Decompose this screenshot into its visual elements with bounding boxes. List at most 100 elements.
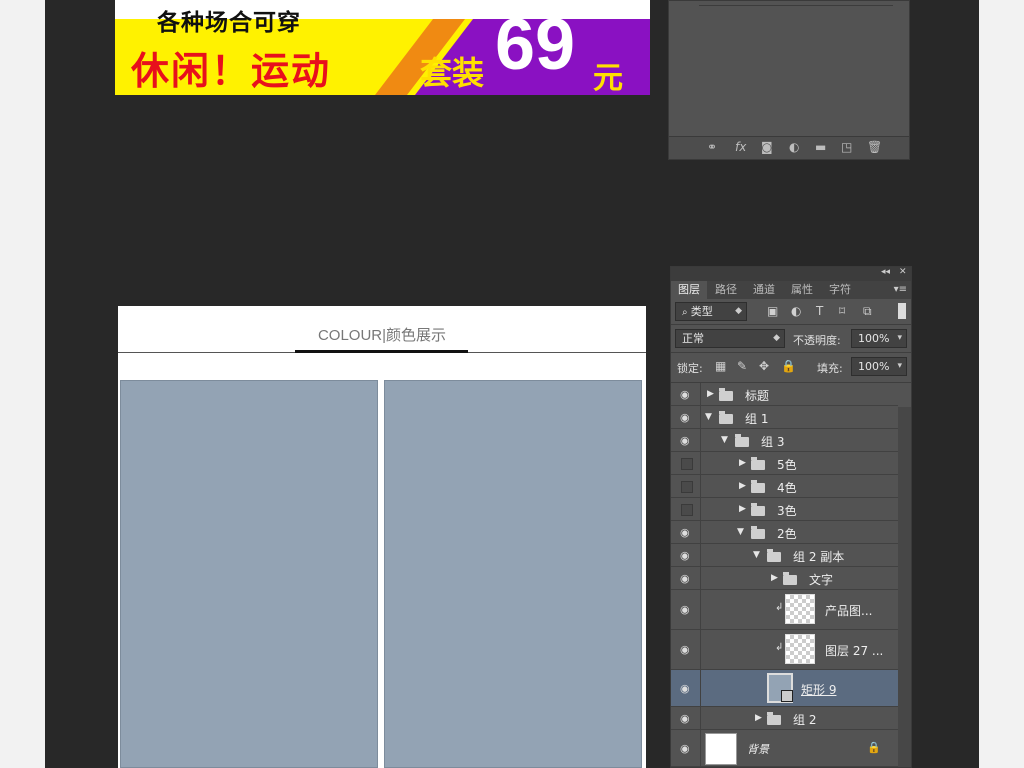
folder-icon <box>719 388 733 401</box>
layer-row-text[interactable]: ◉ ▶ 文字 <box>671 567 898 590</box>
fill-label: 填充: <box>817 362 843 375</box>
fill-field[interactable]: 100% ▾ <box>851 357 907 376</box>
expand-arrow-icon[interactable]: ▶ <box>755 713 762 723</box>
expand-arrow-icon[interactable]: ▶ <box>771 573 778 583</box>
layer-thumbnail <box>785 594 815 624</box>
layer-row-title[interactable]: ◉ ▶ 标题 <box>671 383 898 406</box>
banner-suit-label: 套装 <box>420 54 485 92</box>
blend-mode-value: 正常 <box>682 332 704 345</box>
folder-icon <box>751 503 765 516</box>
expand-arrow-icon[interactable]: ▶ <box>739 458 746 468</box>
layer-name: 背景 <box>747 743 769 756</box>
lock-pixels-icon[interactable]: ✎ <box>737 359 747 373</box>
layer-row-group-2-copy[interactable]: ◉ ▼ 组 2 副本 <box>671 544 898 567</box>
panel-menu-icon[interactable]: ▾≡ <box>894 281 907 299</box>
visibility-toggle[interactable]: ◉ <box>671 406 701 428</box>
expand-arrow-icon[interactable]: ▶ <box>707 389 714 399</box>
hidden-box-icon <box>681 458 693 470</box>
collapse-arrow-icon[interactable]: ▼ <box>721 435 728 445</box>
filter-text-icon[interactable]: T <box>816 304 823 318</box>
visibility-toggle[interactable] <box>671 498 701 520</box>
banner-headline: 休闲！运动 <box>131 49 332 93</box>
expand-arrow-icon[interactable]: ▶ <box>739 481 746 491</box>
collapse-icon[interactable]: ◂◂ <box>881 267 890 277</box>
layer-name: 产品图... <box>825 604 873 618</box>
visibility-toggle[interactable]: ◉ <box>671 707 701 729</box>
tab-paths[interactable]: 路径 <box>708 281 744 299</box>
visibility-toggle[interactable] <box>671 452 701 474</box>
layer-thumbnail <box>785 634 815 664</box>
close-icon[interactable]: ✕ <box>899 267 907 277</box>
visibility-toggle[interactable]: ◉ <box>671 730 701 766</box>
filter-type-dropdown[interactable]: ⌕ 类型 ◆ <box>675 302 747 321</box>
folder-open-icon <box>735 434 749 447</box>
visibility-toggle[interactable]: ◉ <box>671 670 701 706</box>
collapse-arrow-icon[interactable]: ▼ <box>753 550 760 560</box>
filter-adjustment-icon[interactable]: ◐ <box>791 304 801 318</box>
layer-row-2-color[interactable]: ◉ ▼ 2色 <box>671 521 898 544</box>
layer-row-rectangle-9[interactable]: ◉ 矩形 9 <box>671 670 898 707</box>
collapse-arrow-icon[interactable]: ▼ <box>705 412 712 422</box>
eye-icon: ◉ <box>680 388 690 401</box>
trash-icon[interactable]: 🗑 <box>867 140 882 154</box>
eye-icon: ◉ <box>680 526 690 539</box>
visibility-toggle[interactable] <box>671 475 701 497</box>
layer-row-3-color[interactable]: ▶ 3色 <box>671 498 898 521</box>
filter-smart-object-icon[interactable]: ⧉ <box>863 304 872 319</box>
dropdown-arrow-icon: ◆ <box>735 306 742 316</box>
opacity-field[interactable]: 100% ▾ <box>851 329 907 348</box>
visibility-toggle[interactable]: ◉ <box>671 590 701 629</box>
tab-character[interactable]: 字符 <box>822 281 858 299</box>
visibility-toggle[interactable]: ◉ <box>671 567 701 589</box>
eye-icon: ◉ <box>680 434 690 447</box>
banner-currency: 元 <box>593 61 623 95</box>
blend-mode-dropdown[interactable]: 正常 ◆ <box>675 329 785 348</box>
visibility-toggle[interactable]: ◉ <box>671 630 701 669</box>
lock-all-icon[interactable]: 🔒 <box>781 359 796 373</box>
colour-swatch-left <box>120 380 378 768</box>
eye-icon: ◉ <box>680 643 690 656</box>
layer-row-layer-27[interactable]: ◉ ↲ 图层 27 ... <box>671 630 898 670</box>
visibility-toggle[interactable]: ◉ <box>671 429 701 451</box>
filter-shape-icon[interactable]: ⌑ <box>839 304 845 318</box>
layer-row-background[interactable]: ◉ 背景 🔒 <box>671 730 898 767</box>
eye-icon: ◉ <box>680 549 690 562</box>
opacity-value: 100% <box>858 332 890 345</box>
layer-row-group-2[interactable]: ◉ ▶ 组 2 <box>671 707 898 730</box>
link-icon[interactable]: ⚭ <box>707 140 717 154</box>
filter-toggle[interactable] <box>898 303 906 319</box>
visibility-toggle[interactable]: ◉ <box>671 383 701 405</box>
tab-channels[interactable]: 通道 <box>746 281 782 299</box>
layer-name: 5色 <box>777 458 797 472</box>
lock-label: 锁定: <box>677 362 703 375</box>
adjustment-icon[interactable]: ◐ <box>789 140 799 154</box>
layer-row-5-color[interactable]: ▶ 5色 <box>671 452 898 475</box>
lock-position-icon[interactable]: ✥ <box>759 359 769 373</box>
tab-layers[interactable]: 图层 <box>671 281 707 299</box>
mask-icon[interactable]: ◙ <box>761 140 773 154</box>
banner-subtitle: 各种场合可穿 <box>157 10 301 36</box>
new-layer-icon[interactable]: ◳ <box>841 140 852 154</box>
layer-name: 图层 27 ... <box>825 644 884 658</box>
filter-pixel-icon[interactable]: ▣ <box>767 304 778 318</box>
layer-name: 组 2 副本 <box>793 550 845 564</box>
eye-icon: ◉ <box>680 742 690 755</box>
layer-name: 矩形 9 <box>801 683 837 697</box>
visibility-toggle[interactable]: ◉ <box>671 544 701 566</box>
tab-properties[interactable]: 属性 <box>784 281 820 299</box>
layers-scrollbar[interactable] <box>898 407 911 767</box>
layer-row-4-color[interactable]: ▶ 4色 <box>671 475 898 498</box>
folder-icon <box>751 457 765 470</box>
layer-row-product-image[interactable]: ◉ ↲ 产品图... <box>671 590 898 630</box>
layer-row-group-1[interactable]: ◉ ▼ 组 1 <box>671 406 898 429</box>
layer-row-group-3[interactable]: ◉ ▼ 组 3 <box>671 429 898 452</box>
folder-icon[interactable]: ▬ <box>815 140 826 154</box>
fx-icon[interactable]: fx <box>735 140 746 154</box>
panel-footer: ⚭ fx ◙ ◐ ▬ ◳ 🗑 <box>669 136 909 159</box>
expand-arrow-icon[interactable]: ▶ <box>739 504 746 514</box>
layer-name: 组 3 <box>761 435 785 449</box>
visibility-toggle[interactable]: ◉ <box>671 521 701 543</box>
collapse-arrow-icon[interactable]: ▼ <box>737 527 744 537</box>
hidden-box-icon <box>681 481 693 493</box>
lock-transparency-icon[interactable]: ▦ <box>715 359 726 373</box>
